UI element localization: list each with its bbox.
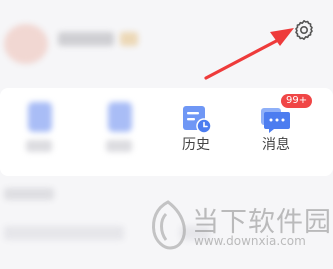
avatar[interactable]	[4, 24, 48, 64]
username-placeholder	[58, 32, 114, 46]
message-button[interactable]: 99+ 消息	[246, 94, 313, 154]
history-button[interactable]: 历史	[166, 98, 226, 154]
history-icon	[179, 98, 213, 136]
list-item[interactable]	[4, 226, 124, 240]
blurred-shortcut-label	[26, 140, 52, 152]
watermark-logo-icon	[152, 200, 186, 250]
blurred-shortcut-icon[interactable]	[108, 102, 132, 132]
message-icon: 99+	[259, 94, 313, 136]
message-label: 消息	[262, 137, 290, 153]
watermark: 当下软件园 www.downxia.com	[146, 198, 331, 264]
blurred-shortcut-icon[interactable]	[28, 102, 52, 132]
gear-icon[interactable]	[292, 18, 316, 42]
watermark-url: www.downxia.com	[194, 234, 306, 248]
unread-badge: 99+	[281, 94, 313, 108]
member-badge	[120, 32, 138, 46]
blurred-shortcut-label	[106, 140, 132, 152]
history-label: 历史	[182, 137, 210, 153]
section-title-placeholder	[4, 188, 54, 200]
